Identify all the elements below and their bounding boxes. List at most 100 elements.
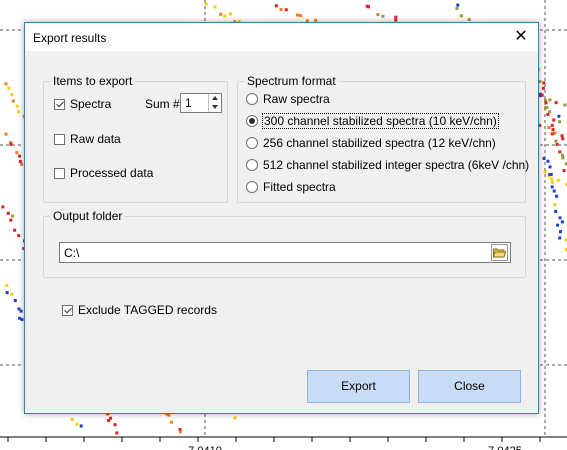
plot-point [9,218,13,222]
radio-button[interactable] [246,181,258,193]
export-results-dialog: Export results Items to export Spectra S… [24,22,539,414]
exclude-tagged-checkbox[interactable]: Exclude TAGGED records [62,303,217,317]
plot-point [1,205,5,209]
plot-point [204,2,208,6]
plot-point [549,172,553,176]
plot-point [284,8,288,12]
plot-point [548,165,552,169]
plot-point [459,14,463,18]
plot-point [556,178,560,182]
plot-point [560,220,564,224]
plot-point [546,112,550,116]
raw-data-checkbox[interactable]: Raw data [54,132,121,146]
radio-label: 300 channel stabilized spectra (10 keV/c… [262,113,499,129]
plot-point [20,162,24,166]
radio-button[interactable] [246,93,258,105]
plot-point [541,86,545,90]
spectra-check-box[interactable] [54,98,65,110]
export-button-label: Export [341,379,376,393]
plot-point [542,81,546,85]
radio-label: 512 channel stabilized integer spectra (… [263,158,530,172]
plot-point [555,194,559,198]
plot-point [554,101,558,105]
spectrum-format-legend: Spectrum format [247,74,336,88]
close-button[interactable]: Close [418,370,521,403]
exclude-tagged-check-box[interactable] [62,304,73,316]
plot-point [213,5,217,9]
spin-up-icon[interactable] [209,94,221,103]
exclude-tagged-label: Exclude TAGGED records [78,303,217,317]
plot-point [295,13,299,17]
browse-folder-button[interactable] [491,244,508,261]
plot-point [13,299,17,303]
processed-data-label: Processed data [70,166,154,180]
plot-point [13,228,17,232]
plot-point [558,236,562,240]
radio-300-channel[interactable]: 300 channel stabilized spectra (10 keV/c… [246,113,499,129]
close-icon[interactable] [510,27,532,47]
plot-point [79,424,83,428]
processed-data-checkbox[interactable]: Processed data [54,166,153,180]
plot-point [113,423,117,427]
plot-point [169,420,173,424]
close-button-label: Close [454,379,485,393]
plot-point [6,211,10,215]
plot-point [563,103,567,107]
plot-point [550,180,554,184]
radio-button[interactable] [246,137,258,149]
plot-point [544,101,548,105]
plot-point [561,137,565,141]
radio-512-channel[interactable]: 512 channel stabilized integer spectra (… [246,158,529,172]
plot-point [70,417,74,421]
plot-point [548,110,552,114]
plot-point [17,234,21,238]
plot-point [223,14,227,18]
plot-point [18,160,22,164]
radio-button[interactable] [246,159,258,171]
plot-point [542,157,546,161]
plot-point [540,93,544,97]
plot-point [556,223,560,227]
plot-point [10,93,14,97]
items-to-export-legend: Items to export [53,74,133,88]
output-folder-field[interactable]: C:\ [59,242,511,263]
sum-value[interactable]: 1 [185,96,192,110]
plot-point [553,131,557,135]
plot-point [558,120,562,124]
radio-256-channel[interactable]: 256 channel stabilized spectra (12 keV/c… [246,136,496,150]
sum-stepper[interactable]: 1 [180,93,222,113]
plot-point [228,12,232,16]
plot-point [4,82,8,86]
plot-x-tick-label: 7.0410 [188,445,222,450]
plot-point [5,291,9,295]
plot-point [298,13,302,17]
plot-point [178,430,182,434]
radio-label: Fitted spectra [263,180,336,194]
radio-label: Raw spectra [263,92,330,106]
processed-data-check-box[interactable] [54,167,65,179]
spectra-checkbox[interactable]: Spectra [54,97,111,111]
plot-point [550,123,554,127]
plot-point [75,422,79,426]
plot-point [562,169,566,173]
plot-point [9,142,13,146]
plot-point [11,214,15,218]
output-folder-legend: Output folder [53,209,123,223]
plot-point [456,3,460,7]
radio-button[interactable] [246,115,258,127]
plot-point [558,150,562,154]
plot-point [115,431,119,435]
raw-data-check-box[interactable] [54,133,65,145]
plot-point [366,5,370,9]
folder-icon [493,248,506,258]
plot-point [551,128,555,132]
plot-x-tick-label: 7.0425 [488,445,522,450]
spin-down-icon[interactable] [209,103,221,112]
radio-raw-spectra[interactable]: Raw spectra [246,92,330,106]
plot-point [546,159,550,163]
export-button[interactable]: Export [307,370,410,403]
radio-fitted-spectra[interactable]: Fitted spectra [246,180,336,194]
plot-point [376,13,380,17]
plot-point [17,110,21,114]
output-folder-value[interactable]: C:\ [64,246,79,260]
